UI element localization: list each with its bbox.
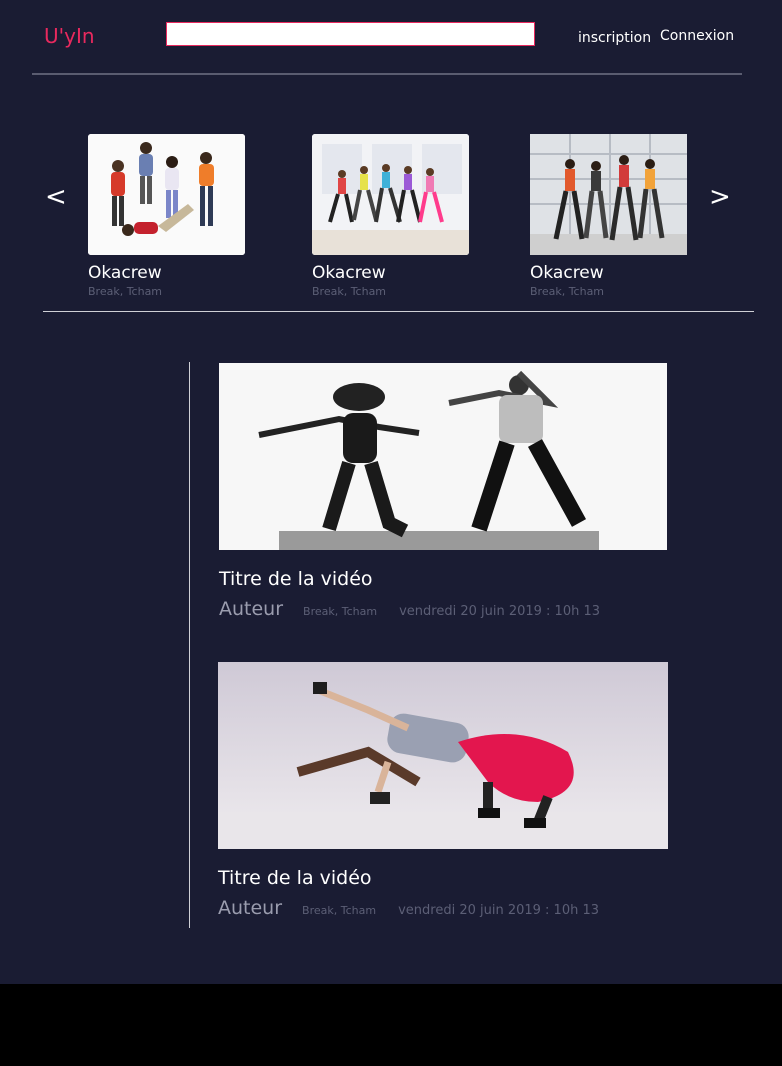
carousel-card[interactable]: Okacrew Break, Tcham	[88, 134, 245, 298]
carousel-next-button[interactable]: >	[709, 182, 731, 212]
crew-tags: Break, Tcham	[530, 285, 605, 298]
video-meta: Auteur Break, Tcham vendredi 20 juin 201…	[219, 598, 667, 620]
video-title[interactable]: Titre de la vidéo	[218, 867, 668, 889]
crew-name: Okacrew	[530, 263, 604, 283]
site-logo[interactable]: U'yIn	[44, 24, 95, 48]
video-date: vendredi 20 juin 2019 : 10h 13	[398, 903, 600, 918]
crew-thumbnail[interactable]	[530, 134, 687, 255]
crew-name: Okacrew	[312, 263, 386, 283]
video-post[interactable]: Titre de la vidéo Auteur Break, Tcham ve…	[219, 363, 667, 620]
video-date: vendredi 20 juin 2019 : 10h 13	[399, 604, 601, 619]
search-input[interactable]	[166, 22, 535, 46]
crew-tags: Break, Tcham	[312, 285, 387, 298]
video-post[interactable]: Titre de la vidéo Auteur Break, Tcham ve…	[218, 662, 668, 919]
page: U'yIn inscription Connexion < > Okacrew …	[0, 0, 782, 984]
crew-thumbnail[interactable]	[312, 134, 469, 255]
carousel-card[interactable]: Okacrew Break, Tcham	[530, 134, 687, 298]
video-tags: Break, Tcham	[303, 605, 378, 618]
header-divider	[32, 73, 742, 75]
carousel-prev-button[interactable]: <	[45, 182, 67, 212]
video-author[interactable]: Auteur	[219, 598, 283, 620]
video-tags: Break, Tcham	[302, 904, 377, 917]
timeline-line	[189, 362, 190, 928]
crew-thumbnail[interactable]	[88, 134, 245, 255]
video-thumbnail[interactable]	[219, 363, 667, 550]
video-thumbnail[interactable]	[218, 662, 668, 849]
footer-bar	[0, 984, 782, 1066]
login-link[interactable]: Connexion	[660, 28, 734, 44]
signup-link[interactable]: inscription	[578, 30, 651, 46]
video-author[interactable]: Auteur	[218, 897, 282, 919]
crew-name: Okacrew	[88, 263, 162, 283]
video-title[interactable]: Titre de la vidéo	[219, 568, 667, 590]
section-divider	[43, 311, 754, 312]
video-meta: Auteur Break, Tcham vendredi 20 juin 201…	[218, 897, 668, 919]
carousel-card[interactable]: Okacrew Break, Tcham	[312, 134, 469, 298]
crew-tags: Break, Tcham	[88, 285, 163, 298]
